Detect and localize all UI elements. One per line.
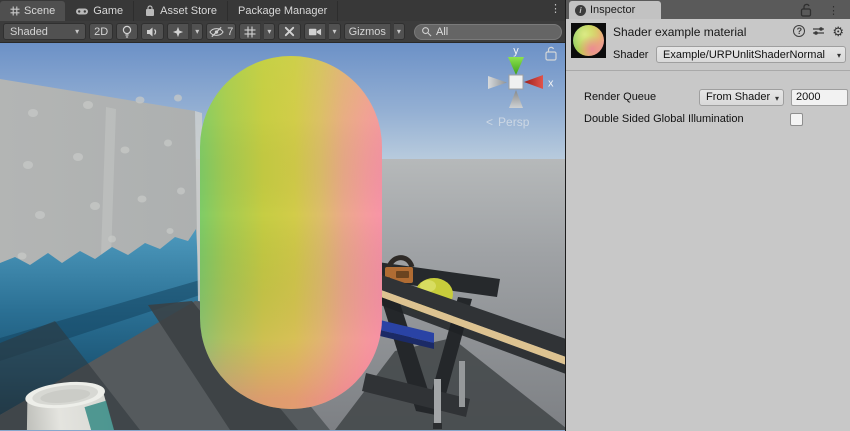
tab-game-label: Game	[93, 5, 123, 17]
scene-viewport[interactable]: y x < Persp	[0, 43, 565, 431]
tab-inspector[interactable]: i Inspector	[569, 1, 661, 19]
camera-dropdown-arrow[interactable]: ▾	[329, 23, 340, 40]
scene-audio-button[interactable]	[141, 23, 164, 40]
info-icon: i	[575, 5, 586, 16]
hidden-count: 7	[227, 26, 233, 38]
material-name: Shader example material	[613, 23, 793, 39]
chevron-down-icon: ▾	[397, 28, 401, 36]
scene-toolbar: Shaded ▾ 2D ▾	[0, 21, 565, 43]
inspector-panel: i Inspector ⋮ Shader example material	[566, 0, 850, 431]
material-preview[interactable]	[571, 23, 606, 58]
tab-scene-label: Scene	[24, 5, 55, 17]
sparkle-fx-icon	[172, 26, 184, 38]
gizmo-cube[interactable]	[509, 75, 523, 89]
shader-dropdown[interactable]: Example/URPUnlitShaderNormal ▾	[656, 46, 846, 63]
scene-search-field[interactable]	[414, 24, 562, 40]
effects-dropdown-arrow[interactable]: ▾	[192, 23, 203, 40]
tab-asset-store[interactable]: Asset Store	[134, 1, 228, 21]
chevron-down-icon: ▾	[195, 28, 199, 36]
asset-store-bag-icon	[144, 5, 156, 17]
tab-package-manager-label: Package Manager	[238, 5, 327, 17]
shader-field-label: Shader	[613, 49, 656, 61]
eye-off-icon	[209, 26, 224, 38]
grid-icon	[244, 26, 256, 38]
draw-mode-label: Shaded	[10, 26, 48, 38]
material-preview-sphere	[573, 25, 604, 56]
inspector-unlocked-lock-icon[interactable]	[800, 3, 813, 17]
projection-indicator[interactable]: < Persp	[486, 115, 529, 129]
scene-visibility-button[interactable]: 7	[206, 23, 236, 40]
gamepad-icon	[75, 5, 89, 17]
scene-lighting-button[interactable]	[116, 23, 138, 40]
search-input[interactable]	[436, 26, 536, 38]
tab-inspector-label: Inspector	[590, 4, 635, 16]
dsgi-checkbox[interactable]	[790, 113, 803, 126]
scene-tools-button[interactable]	[278, 23, 301, 40]
lightbulb-icon	[121, 25, 133, 38]
chevron-down-icon: ▾	[75, 28, 79, 36]
scene-camera-button[interactable]	[304, 23, 326, 40]
scene-3d-render: y x	[0, 43, 565, 430]
draw-mode-dropdown[interactable]: Shaded ▾	[3, 23, 86, 40]
tab-package-manager[interactable]: Package Manager	[228, 1, 338, 21]
scene-menu-kebab-icon[interactable]: ⋮	[550, 2, 561, 15]
chevron-down-icon: ▾	[267, 28, 271, 36]
material-properties: Render Queue From Shader ▾ Double Sided …	[566, 71, 850, 128]
shader-dropdown-value: Example/URPUnlitShaderNormal	[663, 49, 825, 61]
capsule-mesh	[200, 56, 382, 409]
gizmos-dropdown-arrow[interactable]: ▾	[394, 23, 405, 40]
gizmos-dropdown[interactable]: Gizmos	[344, 23, 391, 40]
scene-panel: Scene Game Asset Store Package Manager ⋮	[0, 0, 566, 431]
presets-icon[interactable]	[812, 25, 825, 37]
dsgi-label: Double Sided Global Illumination	[584, 113, 790, 125]
search-icon	[421, 26, 432, 37]
render-queue-row: Render Queue From Shader ▾	[584, 88, 850, 106]
unity-editor-window: Scene Game Asset Store Package Manager ⋮	[0, 0, 850, 431]
axis-y-label: y	[513, 45, 519, 57]
2d-toggle-button[interactable]: 2D	[89, 23, 113, 40]
dsgi-row: Double Sided Global Illumination	[584, 110, 850, 128]
axis-x-label: x	[548, 78, 554, 90]
inspector-tabbar: i Inspector ⋮	[566, 0, 850, 19]
projection-label: Persp	[498, 115, 529, 129]
scene-effects-button[interactable]	[167, 23, 189, 40]
render-queue-value-field[interactable]	[791, 89, 848, 106]
material-header: Shader example material ? ⚙ Shader Exa	[566, 19, 850, 65]
chevron-down-icon: ▾	[837, 51, 841, 60]
gizmos-label: Gizmos	[349, 26, 386, 38]
inspector-menu-kebab-icon[interactable]: ⋮	[828, 4, 839, 17]
render-queue-mode: From Shader	[706, 91, 770, 103]
grid-dropdown-arrow[interactable]: ▾	[264, 23, 275, 40]
inspector-body: Shader example material ? ⚙ Shader Exa	[566, 19, 850, 431]
scene-grid-icon	[10, 6, 20, 16]
chevron-left-icon: <	[486, 115, 493, 129]
gear-icon[interactable]: ⚙	[832, 25, 844, 38]
tab-scene[interactable]: Scene	[0, 1, 65, 21]
chevron-down-icon: ▾	[332, 28, 336, 36]
chevron-down-icon: ▾	[775, 94, 779, 103]
render-queue-label: Render Queue	[584, 91, 699, 103]
tab-asset-store-label: Asset Store	[160, 5, 217, 17]
scene-tabbar: Scene Game Asset Store Package Manager ⋮	[0, 0, 565, 21]
camera-icon	[308, 26, 322, 38]
render-queue-dropdown[interactable]: From Shader ▾	[699, 89, 784, 106]
2d-label: 2D	[94, 26, 108, 38]
tab-game[interactable]: Game	[65, 1, 134, 21]
help-icon[interactable]: ?	[793, 25, 805, 37]
scene-grid-toggle-button[interactable]	[239, 23, 261, 40]
speaker-icon	[146, 26, 159, 38]
tools-icon	[283, 25, 296, 38]
